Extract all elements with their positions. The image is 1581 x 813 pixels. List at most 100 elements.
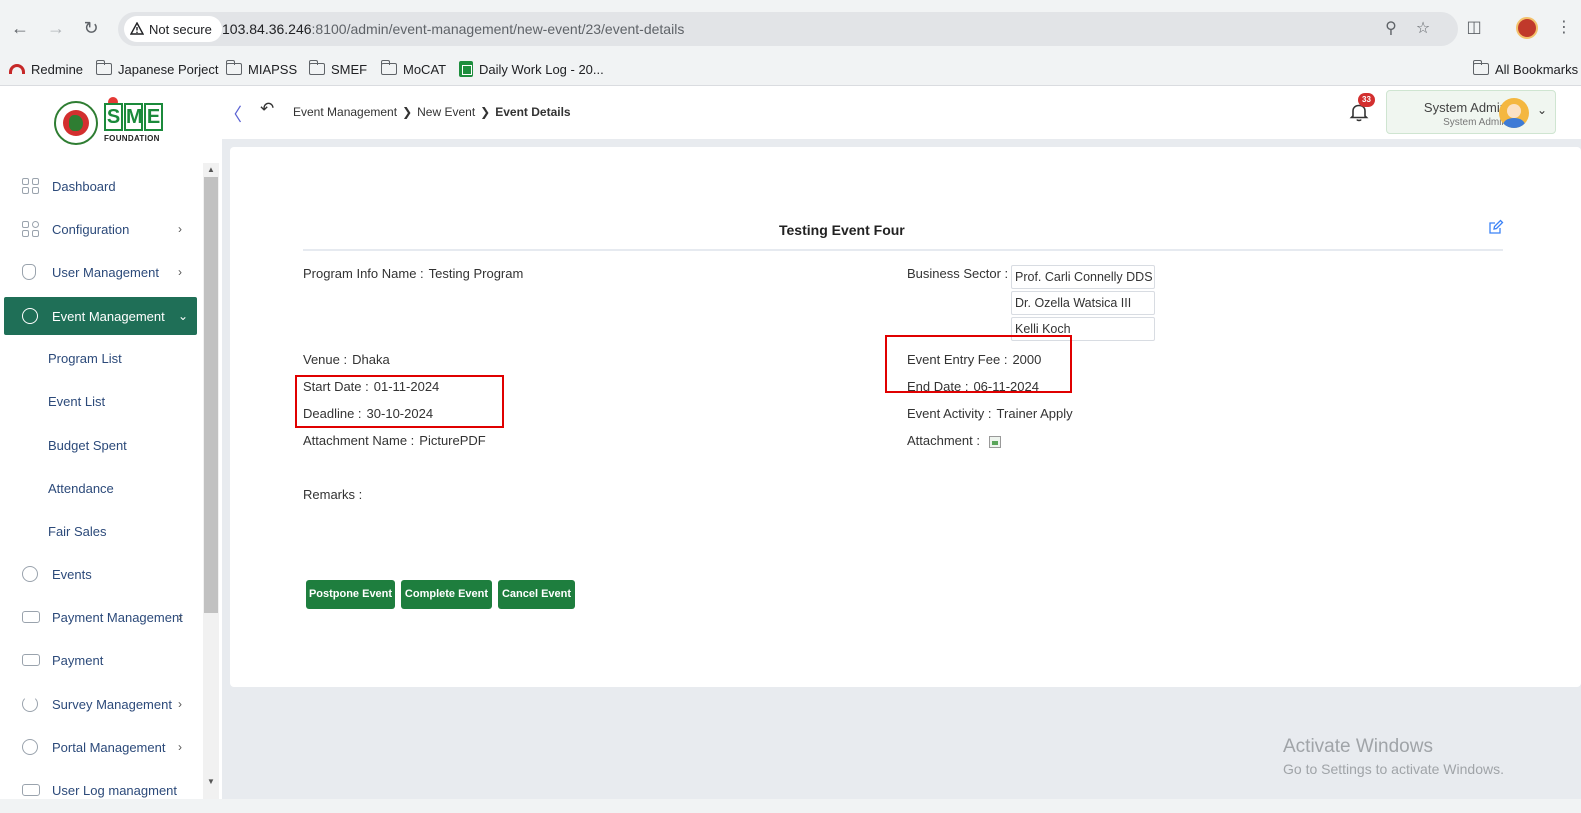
sidebar-item-survey-management[interactable]: Survey Management › (4, 685, 197, 723)
business-sector-item: Prof. Carli Connelly DDS (1011, 265, 1155, 289)
sme-logo-letters: SME (104, 103, 163, 133)
folder-icon (380, 60, 397, 75)
url-text[interactable]: 103.84.36.246:8100/admin/event-managemen… (222, 21, 684, 37)
sheets-icon (459, 61, 473, 77)
user-management-icon (22, 264, 36, 280)
postpone-event-button[interactable]: Postpone Event (306, 580, 395, 609)
sidebar-item-dashboard[interactable]: Dashboard (4, 167, 197, 205)
user-avatar (1499, 98, 1529, 128)
sidebar-item-user-log[interactable]: User Log managment (4, 771, 197, 799)
browser-menu-icon[interactable]: ⋮ (1552, 16, 1576, 40)
program-info-value: Testing Program (428, 266, 524, 281)
chevron-down-icon: ⌄ (178, 309, 189, 323)
events-icon (22, 566, 38, 582)
cancel-event-button[interactable]: Cancel Event (498, 580, 575, 609)
bookmark-star-icon[interactable]: ☆ (1414, 20, 1432, 38)
url-path: :8100/admin/event-management/new-event/2… (311, 21, 685, 37)
sidebar-subitem-fair-sales[interactable]: Fair Sales (48, 524, 107, 539)
sidebar-collapse-icon[interactable]: 〈 (224, 101, 242, 127)
sidebar-subitem-event-list[interactable]: Event List (48, 394, 105, 409)
app-header: SME FOUNDATION 〈 ↶ Event Management ❯ Ne… (0, 87, 1581, 145)
bookmark-japanese-porject[interactable]: Japanese Porject (95, 58, 219, 80)
edit-icon[interactable] (1488, 219, 1504, 235)
sidebar-item-payment-management[interactable]: Payment Management › (4, 598, 197, 636)
sidebar-item-label: Dashboard (52, 179, 116, 194)
program-info-label: Program Info Name : (303, 266, 424, 281)
sidebar-item-label: Survey Management (52, 697, 172, 712)
reload-icon[interactable]: ↻ (79, 16, 103, 40)
event-management-icon (22, 308, 38, 324)
program-info-field: Program Info Name : Testing Program (303, 266, 523, 281)
sidebar-item-events[interactable]: Events (4, 555, 197, 593)
sidebar-item-portal-management[interactable]: Portal Management › (4, 728, 197, 766)
extensions-icon[interactable]: ◫ (1462, 16, 1486, 40)
sidebar-subitem-attendance[interactable]: Attendance (48, 481, 114, 496)
bangladesh-emblem-icon (54, 101, 98, 145)
bookmark-label: Daily Work Log - 20... (479, 61, 604, 77)
chevron-right-icon: › (178, 265, 182, 279)
bookmark-label: Redmine (31, 61, 84, 77)
sidebar-subitem-program-list[interactable]: Program List (48, 351, 122, 366)
configuration-icon (22, 221, 40, 237)
browser-profile-avatar[interactable] (1516, 17, 1538, 39)
browser-toolbar: ← → ↻ Not secure 103.84.36.246:8100/admi… (0, 0, 1581, 56)
logo-subtitle: FOUNDATION (104, 134, 160, 143)
portal-icon (22, 739, 38, 755)
address-bar[interactable]: Not secure 103.84.36.246:8100/admin/even… (118, 12, 1458, 46)
sidebar-item-user-management[interactable]: User Management › (4, 253, 197, 291)
security-chip[interactable]: Not secure (124, 16, 222, 42)
breadcrumb-event-management[interactable]: Event Management (293, 105, 397, 119)
event-activity-label: Event Activity : (907, 406, 992, 421)
log-icon (22, 784, 40, 796)
highlight-box-fee-enddate (885, 335, 1072, 393)
sidebar-item-label: Event Management (52, 309, 165, 324)
attachment-field: Attachment : (907, 433, 1001, 448)
bookmark-miapss[interactable]: MIAPSS (225, 58, 297, 80)
complete-event-button[interactable]: Complete Event (401, 580, 492, 609)
sidebar-subitem-budget-spent[interactable]: Budget Spent (48, 438, 127, 453)
bookmark-redmine[interactable]: Redmine (9, 58, 83, 80)
user-profile-menu[interactable]: System Admin System Admin ⌄ (1386, 90, 1556, 134)
activate-windows-title: Activate Windows (1283, 736, 1433, 757)
zoom-icon[interactable]: ⚲ (1382, 20, 1400, 38)
sidebar-item-label: Configuration (52, 222, 130, 237)
folder-icon (225, 60, 242, 75)
scroll-up-arrow-icon[interactable]: ▲ (207, 165, 215, 174)
attachment-name-value: PicturePDF (419, 433, 486, 448)
chevron-right-icon: ❯ (402, 105, 413, 119)
remarks-label: Remarks : (303, 487, 363, 502)
all-bookmarks[interactable]: All Bookmarks (1472, 58, 1578, 80)
attachment-name-label: Attachment Name : (303, 433, 415, 448)
chevron-right-icon: › (178, 740, 182, 754)
breadcrumb-new-event[interactable]: New Event (417, 105, 475, 119)
venue-value: Dhaka (352, 352, 390, 367)
undo-back-icon[interactable]: ↶ (260, 99, 274, 119)
scroll-down-arrow-icon[interactable]: ▼ (207, 777, 215, 786)
bookmark-mocat[interactable]: MoCAT (380, 58, 446, 80)
bookmark-smef[interactable]: SMEF (308, 58, 368, 80)
chevron-right-icon: › (178, 610, 182, 624)
back-arrow-icon[interactable]: ← (8, 16, 32, 40)
sidebar-item-event-management[interactable]: Event Management ⌄ (4, 297, 197, 335)
forward-arrow-icon[interactable]: → (44, 16, 68, 40)
sidebar-item-label: Payment Management (52, 610, 183, 625)
sidebar-item-label: Payment (52, 653, 104, 668)
attachment-label: Attachment : (907, 433, 980, 448)
sidebar-scrollbar[interactable]: ▲ ▼ (203, 163, 219, 799)
event-title: Testing Event Four (779, 222, 905, 238)
user-name: System Admin (1423, 100, 1507, 115)
bookmark-label: SMEF (331, 61, 368, 77)
bookmark-label: Japanese Porject (118, 61, 219, 77)
bookmark-daily-work-log[interactable]: Daily Work Log - 20... (459, 58, 604, 80)
venue-field: Venue : Dhaka (303, 352, 390, 367)
sidebar-item-payment[interactable]: Payment (4, 641, 197, 679)
scrollbar-thumb[interactable] (204, 177, 218, 613)
broken-image-icon[interactable] (988, 435, 1001, 448)
activate-windows-subtitle: Go to Settings to activate Windows. (1283, 761, 1504, 777)
business-sector-list: Prof. Carli Connelly DDS Dr. Ozella Wats… (1011, 265, 1155, 343)
sidebar-item-configuration[interactable]: Configuration › (4, 210, 197, 248)
sme-foundation-logo[interactable]: SME FOUNDATION (52, 97, 182, 147)
chevron-down-icon: ⌄ (1537, 103, 1548, 117)
breadcrumb: Event Management ❯ New Event ❯ Event Det… (293, 105, 571, 119)
remarks-field: Remarks : (303, 487, 367, 502)
